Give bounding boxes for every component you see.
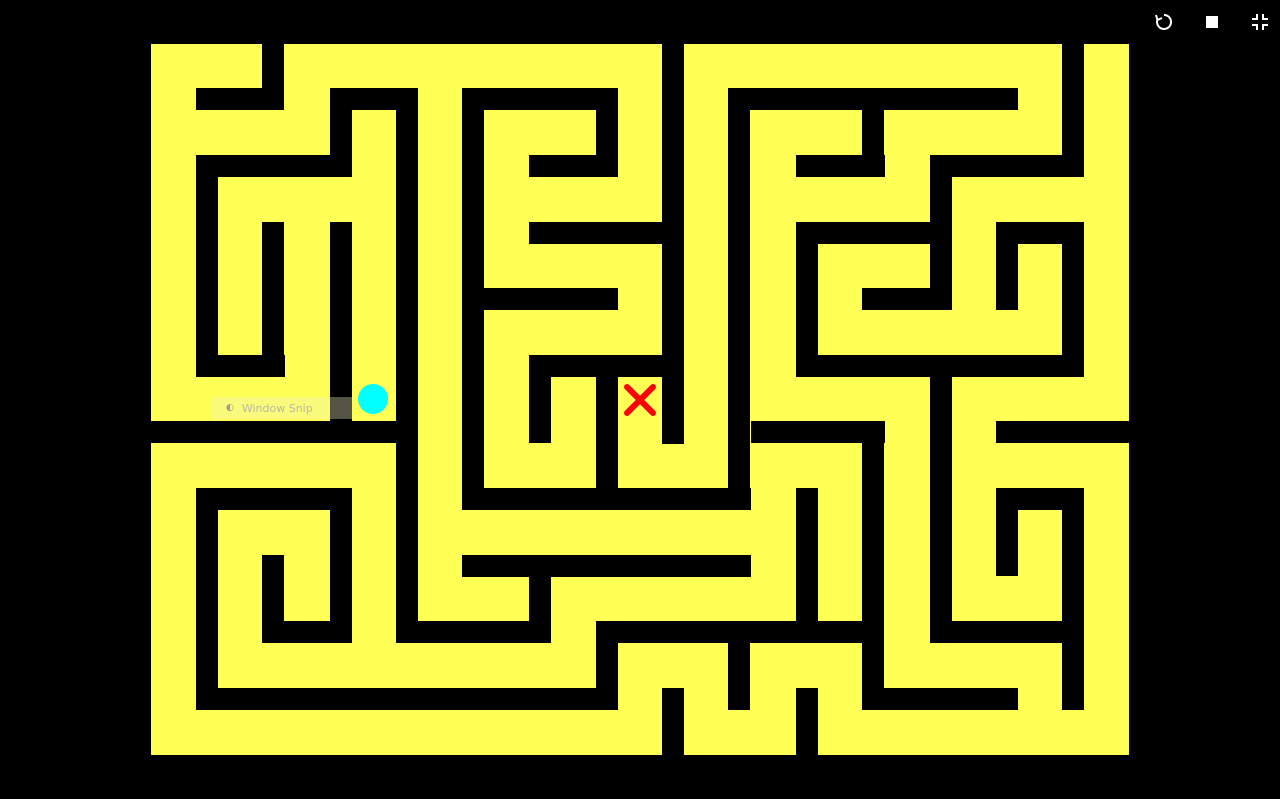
player-marker[interactable] bbox=[358, 384, 388, 414]
restart-button[interactable] bbox=[1152, 10, 1176, 34]
stop-button[interactable] bbox=[1200, 10, 1224, 34]
snip-icon: ◐ bbox=[226, 403, 234, 413]
maze-board[interactable]: ◐ Window Snip bbox=[0, 0, 1280, 799]
window-snip-label: Window Snip bbox=[241, 401, 313, 415]
maze-svg bbox=[151, 44, 1129, 755]
exit-fullscreen-button[interactable] bbox=[1248, 10, 1272, 34]
exit-fullscreen-icon bbox=[1252, 14, 1268, 30]
game-screen: ◐ Window Snip bbox=[0, 0, 1280, 799]
stop-icon bbox=[1206, 16, 1218, 28]
game-toolbar bbox=[1152, 10, 1272, 34]
window-snip-overlay: ◐ Window Snip bbox=[212, 397, 352, 419]
restart-icon bbox=[1155, 13, 1173, 30]
